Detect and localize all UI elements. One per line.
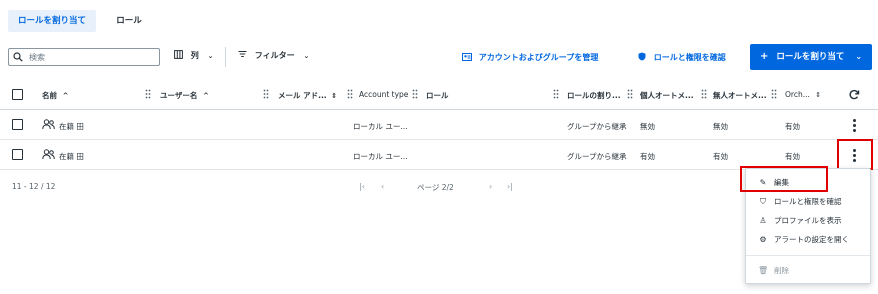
menu-show-profile-label: プロファイルを表示 bbox=[774, 216, 842, 225]
column-header-personal-automation[interactable]: 個人オートメ... bbox=[640, 90, 694, 101]
check-roles-label: ロールと権限を確認 bbox=[653, 53, 726, 62]
column-header-role-assign[interactable]: ロールの割り... bbox=[567, 90, 621, 101]
menu-delete-label: 削除 bbox=[774, 266, 789, 275]
row-unattended-automation: 無効 bbox=[713, 122, 728, 131]
highlight-box-edit bbox=[740, 166, 828, 192]
row-personal-automation: 有効 bbox=[640, 152, 655, 161]
columns-button[interactable]: 列 ⌄ bbox=[174, 50, 213, 61]
filter-label: フィルター bbox=[254, 51, 295, 60]
table-row[interactable] bbox=[0, 110, 878, 140]
row-role-assign: グループから継承 bbox=[567, 152, 627, 161]
filter-button[interactable]: フィルター ⌄ bbox=[238, 50, 309, 61]
filter-icon bbox=[238, 51, 247, 57]
group-icon bbox=[42, 119, 55, 130]
row-name: 在籍 田 bbox=[59, 152, 84, 161]
row-unattended-automation: 有効 bbox=[713, 152, 728, 161]
column-header-role[interactable]: ロール bbox=[426, 90, 449, 101]
column-label-name: 名前 bbox=[42, 91, 57, 100]
last-page-icon[interactable]: ›| bbox=[507, 182, 513, 191]
row-role-assign: グループから継承 bbox=[567, 122, 627, 131]
search-icon bbox=[13, 52, 23, 62]
group-icon bbox=[42, 149, 55, 160]
search-placeholder: 検索 bbox=[29, 53, 45, 62]
sort-icon: ⇕ bbox=[815, 91, 822, 99]
column-label-email: メール アド... bbox=[278, 91, 327, 100]
sort-asc-icon: ^ bbox=[202, 92, 209, 100]
row-name: 在籍 田 bbox=[59, 122, 84, 131]
manage-accounts-label: アカウントおよびグループを管理 bbox=[478, 53, 599, 62]
row-personal-automation: 無効 bbox=[640, 122, 655, 131]
first-page-icon[interactable]: |‹ bbox=[359, 182, 365, 191]
row-orchestrator: 有効 bbox=[785, 152, 800, 161]
row-account-type: ローカル ユー... bbox=[353, 122, 408, 131]
drag-handle-icon[interactable] bbox=[263, 89, 269, 99]
next-page-icon[interactable]: › bbox=[489, 182, 492, 191]
row-account-type: ローカル ユー... bbox=[353, 152, 408, 161]
menu-divider bbox=[746, 255, 870, 256]
menu-item-delete: 🗑 削除 bbox=[758, 265, 789, 276]
drag-handle-icon[interactable] bbox=[771, 89, 777, 99]
column-header-unattended-automation[interactable]: 無人オートメ... bbox=[713, 90, 767, 101]
column-header-account-type[interactable]: Account type bbox=[359, 90, 408, 99]
trash-icon: 🗑 bbox=[758, 266, 769, 275]
sort-asc-icon: ^ bbox=[62, 92, 69, 100]
select-all-checkbox[interactable] bbox=[12, 89, 23, 100]
drag-handle-icon[interactable] bbox=[701, 89, 707, 99]
columns-icon bbox=[174, 50, 183, 59]
assign-role-label: ロールを割り当て bbox=[776, 52, 845, 62]
drag-handle-icon[interactable] bbox=[627, 89, 633, 99]
more-options-icon[interactable] bbox=[853, 119, 857, 133]
menu-alert-settings-label: アラートの設定を開く bbox=[774, 235, 849, 244]
gear-icon: ⚙ bbox=[759, 235, 767, 244]
chevron-down-icon: ⌄ bbox=[207, 52, 214, 60]
chevron-down-icon: ⌄ bbox=[855, 52, 863, 61]
row-orchestrator: 有効 bbox=[785, 122, 800, 131]
shield-icon: ⛉ bbox=[760, 197, 766, 206]
menu-item-show-profile[interactable]: ♙ プロファイルを表示 bbox=[758, 215, 842, 226]
pagination-range: 11 - 12 / 12 bbox=[12, 182, 56, 191]
row-checkbox[interactable] bbox=[12, 119, 23, 130]
menu-check-roles-label: ロールと権限を確認 bbox=[774, 197, 842, 206]
person-icon: ♙ bbox=[759, 216, 767, 225]
manage-accounts-link[interactable]: アカウントおよびグループを管理 bbox=[462, 52, 598, 63]
menu-item-check-roles[interactable]: ⛉ ロールと権限を確認 bbox=[758, 196, 842, 207]
tab-roles[interactable]: ロール bbox=[104, 10, 154, 32]
drag-handle-icon[interactable] bbox=[553, 89, 559, 99]
group-card-icon bbox=[462, 53, 472, 61]
columns-label: 列 bbox=[190, 51, 199, 60]
highlight-box-kebab bbox=[837, 139, 873, 170]
prev-page-icon[interactable]: ‹ bbox=[381, 182, 384, 191]
column-header-email[interactable]: メール アド... ⇕ bbox=[278, 90, 337, 101]
refresh-icon[interactable] bbox=[849, 89, 860, 100]
chevron-down-icon: ⌄ bbox=[303, 52, 310, 60]
plus-icon: + bbox=[759, 51, 769, 62]
column-header-orchestrator[interactable]: Orch... ⇕ bbox=[785, 90, 821, 99]
toolbar-divider bbox=[225, 47, 226, 67]
column-label-username: ユーザー名 bbox=[160, 91, 198, 100]
menu-item-alert-settings[interactable]: ⚙ アラートの設定を開く bbox=[758, 234, 849, 245]
search-input[interactable]: 検索 bbox=[8, 48, 160, 66]
row-checkbox[interactable] bbox=[12, 149, 23, 160]
column-label-orchestrator: Orch... bbox=[785, 90, 810, 99]
shield-icon bbox=[638, 52, 646, 61]
tab-assign-roles[interactable]: ロールを割り当て bbox=[8, 10, 96, 32]
page-indicator: ページ 2/2 bbox=[417, 183, 454, 192]
drag-handle-icon[interactable] bbox=[412, 89, 418, 99]
assign-role-button[interactable]: + ロールを割り当て ⌄ bbox=[750, 44, 872, 70]
drag-handle-icon[interactable] bbox=[145, 89, 151, 99]
drag-handle-icon[interactable] bbox=[347, 89, 353, 99]
sort-icon: ⇕ bbox=[331, 92, 338, 100]
check-roles-link[interactable]: ロールと権限を確認 bbox=[638, 52, 726, 63]
column-header-username[interactable]: ユーザー名 ^ bbox=[160, 90, 209, 101]
column-header-name[interactable]: 名前 ^ bbox=[42, 90, 69, 101]
